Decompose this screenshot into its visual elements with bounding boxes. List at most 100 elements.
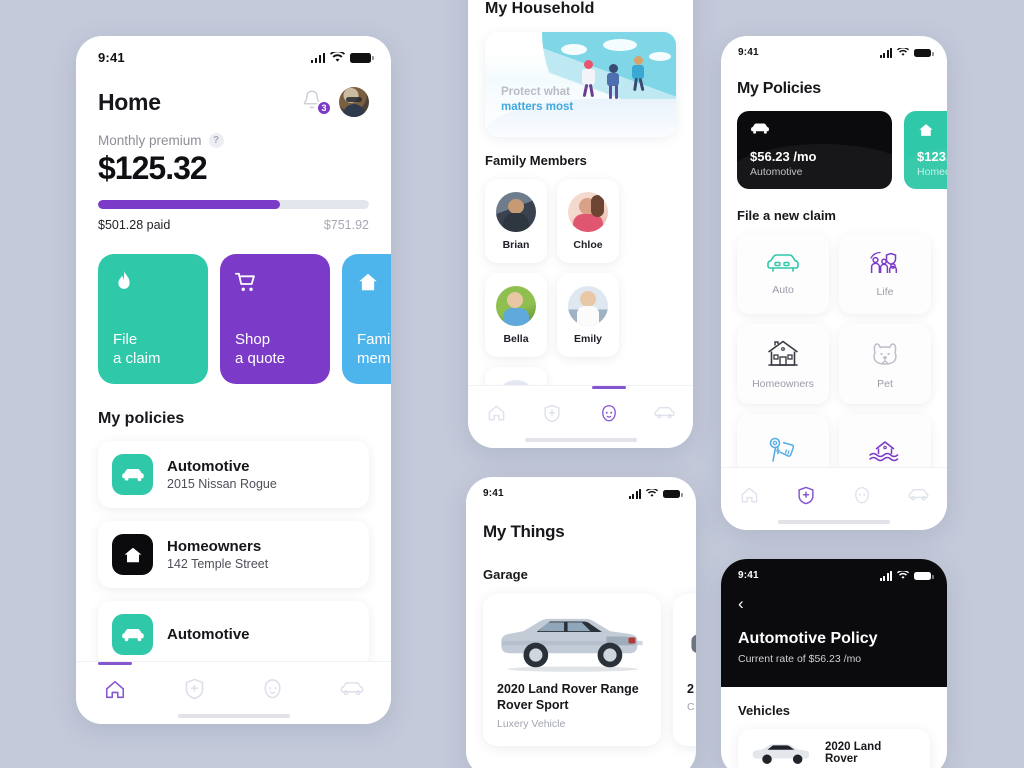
phone-policy-detail-screen: 9:41 ‹ Automotive Policy Current rate of… bbox=[721, 559, 947, 768]
action-card-family-members[interactable]: Familymembers bbox=[342, 254, 391, 384]
policy-cards-row: $56.23 /mo Automotive $123.41 Homeowners bbox=[737, 111, 947, 189]
notifications-bell-button[interactable]: 3 bbox=[301, 89, 332, 116]
status-time: 9:41 bbox=[738, 47, 759, 58]
avatar bbox=[568, 285, 608, 326]
claim-type-auto[interactable]: Auto bbox=[737, 234, 829, 314]
status-time: 9:41 bbox=[483, 488, 504, 499]
vehicle-sub: C bbox=[687, 701, 695, 714]
dog-icon bbox=[873, 342, 897, 365]
vehicle-name: 2 bbox=[687, 682, 694, 696]
family-member-card[interactable]: Emily bbox=[557, 273, 619, 357]
battery-icon bbox=[914, 571, 934, 580]
banner-line-2: matters most bbox=[501, 101, 574, 114]
avatar[interactable] bbox=[339, 87, 369, 117]
policy-name: Automotive bbox=[167, 626, 250, 643]
phone-home-screen: 9:41 Home 3 Monthly premium ? $125.32 $5… bbox=[76, 36, 391, 724]
tab-protection[interactable] bbox=[529, 399, 575, 427]
claim-type-label: Life bbox=[876, 285, 894, 298]
policy-card-automotive[interactable]: $56.23 /mo Automotive bbox=[737, 111, 892, 189]
action-card-shop-quote[interactable]: Shop a quote bbox=[220, 254, 330, 384]
home-icon bbox=[741, 487, 758, 503]
battery-icon bbox=[350, 52, 374, 63]
policy-detail-header: 9:41 ‹ Automotive Policy Current rate of… bbox=[721, 559, 947, 687]
tab-home[interactable] bbox=[92, 675, 138, 703]
help-icon[interactable]: ? bbox=[208, 133, 224, 148]
policy-type: Automotive bbox=[750, 166, 803, 178]
tab-protection[interactable] bbox=[783, 481, 829, 509]
shield-plus-icon bbox=[544, 404, 560, 422]
home-icon bbox=[488, 405, 504, 421]
action-card-label: Shop a quote bbox=[235, 330, 286, 367]
tab-vehicles[interactable] bbox=[642, 399, 688, 427]
premium-amount: $125.32 bbox=[98, 150, 208, 186]
tab-family[interactable] bbox=[586, 399, 632, 427]
vehicle-image bbox=[497, 607, 647, 681]
page-title: Home bbox=[98, 88, 161, 115]
flood-icon bbox=[869, 440, 899, 461]
back-button[interactable]: ‹ bbox=[738, 595, 930, 612]
file-claim-heading: File a new claim bbox=[737, 208, 836, 223]
wifi-icon bbox=[897, 48, 909, 56]
tab-vehicles[interactable] bbox=[896, 481, 942, 509]
policy-row-homeowners[interactable]: Homeowners 142 Temple Street bbox=[98, 521, 369, 588]
avatar bbox=[496, 285, 536, 326]
avatar bbox=[496, 191, 536, 232]
bottom-tab-bar bbox=[721, 467, 947, 530]
page-title: My Household bbox=[485, 0, 595, 17]
tab-vehicles[interactable] bbox=[329, 675, 375, 703]
status-time: 9:41 bbox=[738, 570, 759, 581]
banner-line-1: Protect what bbox=[501, 86, 571, 99]
vehicle-name: 2020 Land Rover Range Rover Sport bbox=[497, 682, 639, 713]
notification-badge: 3 bbox=[316, 100, 332, 116]
vehicles-heading: Vehicles bbox=[738, 703, 791, 718]
garage-heading: Garage bbox=[483, 567, 528, 582]
action-card-file-claim[interactable]: File a claim bbox=[98, 254, 208, 384]
vehicle-row[interactable]: 2020 Land Rover bbox=[738, 729, 930, 768]
payment-progress-bar bbox=[98, 200, 369, 209]
home-indicator bbox=[778, 520, 890, 524]
tab-family[interactable] bbox=[839, 481, 885, 509]
family-member-card[interactable]: Brian bbox=[485, 179, 547, 263]
tab-protection[interactable] bbox=[171, 675, 217, 703]
family-member-card[interactable]: Bella bbox=[485, 273, 547, 357]
shield-plus-icon bbox=[185, 678, 203, 700]
claim-type-life[interactable]: Life bbox=[839, 234, 931, 314]
vehicle-image bbox=[752, 744, 809, 764]
signal-icon bbox=[879, 47, 892, 58]
claim-type-label: Auto bbox=[772, 283, 794, 296]
vehicle-image bbox=[687, 607, 696, 681]
home-indicator bbox=[177, 714, 290, 718]
home-header: Home 3 bbox=[98, 87, 369, 117]
policy-amount: $56.23 /mo bbox=[750, 149, 817, 164]
tab-family[interactable] bbox=[250, 675, 296, 703]
vehicle-card[interactable]: 2 C bbox=[673, 594, 696, 746]
policy-row-automotive[interactable]: Automotive 2015 Nissan Rogue bbox=[98, 441, 369, 508]
policy-row-automotive-2[interactable]: Automotive bbox=[98, 601, 369, 668]
amount-total-label: $751.92 bbox=[323, 218, 369, 232]
family-member-name: Bella bbox=[503, 332, 529, 345]
vehicle-card[interactable]: 2020 Land Rover Range Rover Sport Luxery… bbox=[483, 594, 661, 746]
home-icon bbox=[106, 680, 125, 698]
family-member-card[interactable]: Chloe bbox=[557, 179, 619, 263]
signal-icon bbox=[879, 570, 892, 581]
status-time: 9:41 bbox=[98, 50, 125, 65]
car-icon bbox=[751, 123, 769, 134]
car-icon bbox=[908, 489, 929, 501]
baby-icon bbox=[264, 679, 281, 699]
family-member-name: Chloe bbox=[573, 238, 603, 251]
phone-policies-screen: 9:41 My Policies $56.23 /mo Automotive $… bbox=[721, 36, 947, 530]
protect-banner[interactable]: Protect what matters most bbox=[485, 32, 676, 137]
policy-card-homeowners[interactable]: $123.41 Homeowners bbox=[904, 111, 947, 189]
action-card-label: File a claim bbox=[113, 330, 161, 367]
claim-type-homeowners[interactable]: Homeowners bbox=[737, 324, 829, 404]
status-bar: 9:41 bbox=[721, 36, 947, 58]
premium-label: Monthly premium bbox=[98, 133, 202, 148]
tab-home[interactable] bbox=[726, 481, 772, 509]
tab-home[interactable] bbox=[473, 399, 519, 427]
page-title: My Policies bbox=[737, 80, 821, 97]
claim-type-grid: Auto Life Homeowners Pet bbox=[737, 234, 931, 494]
claim-type-pet[interactable]: Pet bbox=[839, 324, 931, 404]
cart-icon bbox=[235, 272, 255, 291]
wifi-icon bbox=[646, 489, 658, 497]
policy-rate-subtitle: Current rate of $56.23 /mo bbox=[738, 653, 862, 665]
